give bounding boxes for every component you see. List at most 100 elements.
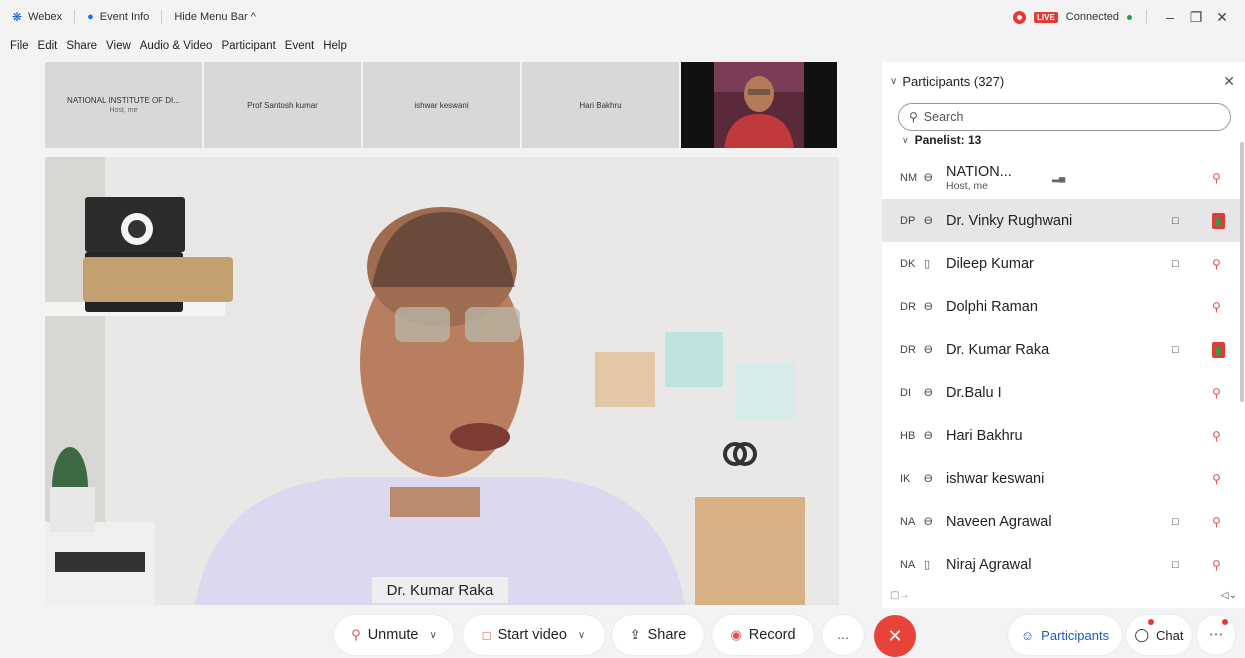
avatar: DI [900,386,911,399]
computer-audio-icon: ϴ [924,171,933,184]
mic-muted-icon[interactable]: ⚲ [1212,472,1221,486]
divider [161,10,163,24]
chat-icon: ◯ [1134,627,1150,642]
share-button[interactable]: ⇪ Share [612,615,704,655]
chat-notification-badge [1148,619,1154,625]
chevron-down-icon[interactable]: ∨ [578,630,585,641]
record-label: Record [748,627,796,643]
mic-muted-icon[interactable]: ⚲ [1212,386,1221,400]
group-label: Panelist: 13 [914,133,982,147]
panel-scrollbar[interactable] [1240,142,1244,402]
computer-audio-icon: ϴ [924,343,933,356]
main-video[interactable]: Dr. Kumar Raka [45,157,839,605]
thumbnail-participant[interactable]: Prof Santosh kumar [204,62,361,148]
more-options-button[interactable]: ... [822,615,864,655]
thumbnail-participant[interactable]: ishwar keswani [363,62,520,148]
participant-name: Dolphi Raman [946,298,1038,315]
participant-row[interactable]: DI ϴ Dr.Balu I ⚲ [882,371,1241,414]
mic-muted-icon[interactable]: ⚲ [1212,300,1221,314]
participant-row[interactable]: NA ϴ Naveen Agrawal □ ⚲ [882,500,1241,543]
participant-row[interactable]: HB ϴ Hari Bakhru ⚲ [882,414,1241,457]
record-button[interactable]: ◉ Record [712,615,814,655]
participant-name: Niraj Agrawal [946,556,1032,573]
camera-icon: □ [1172,515,1179,528]
search-input[interactable]: ⚲ Search [898,103,1231,131]
chevron-down-icon: ∨ [902,134,909,145]
mic-muted-icon[interactable]: ⚲ [1212,558,1221,572]
hide-menu-bar-button[interactable]: Hide Menu Bar ^ [174,11,256,23]
participant-name: NATION... Host, me [946,164,1012,192]
divider [1146,10,1147,24]
close-icon[interactable]: ✕ [1213,9,1231,26]
mic-muted-icon[interactable]: ⚲ [1212,429,1221,443]
avatar: DR [900,343,916,356]
avatar: DP [900,214,916,227]
chat-button[interactable]: ◯ Chat [1126,615,1192,655]
menu-participant[interactable]: Participant [221,40,275,52]
speaker-video-image [45,157,839,605]
participant-row[interactable]: DK ▯ Dileep Kumar □ ⚲ [882,242,1241,285]
close-panel-icon[interactable]: ✕ [1223,73,1235,90]
avatar: IK [900,472,911,485]
chevron-down-icon[interactable]: ∨ [429,630,436,641]
share-icon: ⇪ [629,627,641,642]
computer-audio-icon: ϴ [924,214,933,227]
panel-footer-right-icon[interactable]: ◁⌄ [1221,590,1237,601]
info-icon: ● [87,11,94,23]
avatar: DK [900,257,916,270]
restore-icon[interactable]: ❐ [1187,9,1205,26]
camera-icon: □ [1172,214,1179,227]
participants-panel: ∨ Participants (327) ✕ ⚲ Search ∨ Paneli… [882,62,1245,608]
mic-muted-icon[interactable]: ⚲ [1212,171,1221,185]
menu-help[interactable]: Help [323,40,347,52]
participant-row[interactable]: NA ▯ Niraj Agrawal □ ⚲ [882,543,1241,586]
thumbnail-name: NATIONAL INSTITUTE OF DI... [67,96,180,105]
mic-active-icon[interactable]: ▮ [1212,212,1225,229]
menu-share[interactable]: Share [66,40,97,52]
participant-row[interactable]: DP ϴ Dr. Vinky Rughwani □ ▮ [882,199,1241,242]
participant-row[interactable]: DR ϴ Dolphi Raman ⚲ [882,285,1241,328]
thumbnail-video[interactable] [681,62,837,148]
thumbnail-participant[interactable]: Hari Bakhru [522,62,679,148]
start-video-button[interactable]: □ Start video ∨ [463,615,605,655]
speaker-name-label: Dr. Kumar Raka [372,577,508,603]
menu-view[interactable]: View [106,40,131,52]
video-thumbnail-strip: NATIONAL INSTITUTE OF DI... Host, me Pro… [45,62,837,148]
computer-audio-icon: ϴ [924,300,933,313]
phone-audio-icon: ▯ [924,559,931,571]
mic-active-icon[interactable]: ▮ [1212,341,1225,358]
start-video-label: Start video [497,627,567,643]
participant-row[interactable]: NM ϴ NATION... Host, me ▂▄ ⚲ [882,156,1241,199]
panelist-group-header[interactable]: ∨ Panelist: 13 [882,131,1245,149]
thumbnail-name: ishwar keswani [414,100,469,110]
event-info-button[interactable]: Event Info [100,11,150,23]
panel-footer-left-icon[interactable]: ▢→ [890,590,909,601]
menu-audio-video[interactable]: Audio & Video [140,40,213,52]
participant-row[interactable]: DR ϴ Dr. Kumar Raka □ ▮ [882,328,1241,371]
minimize-icon[interactable]: – [1161,9,1179,25]
avatar: HB [900,429,916,442]
avatar: NA [900,515,916,528]
menu-file[interactable]: File [10,40,29,52]
mic-muted-icon[interactable]: ⚲ [1212,257,1221,271]
mic-muted-icon[interactable]: ⚲ [1212,515,1221,529]
participant-row[interactable]: IK ϴ ishwar keswani ⚲ [882,457,1241,500]
end-meeting-button[interactable]: ✕ [874,615,916,657]
camera-icon: □ [1172,257,1179,270]
webex-logo-icon: ❋ [12,10,23,24]
participant-name-text: NATION... [946,163,1012,180]
participants-button[interactable]: ☺ Participants [1008,615,1122,655]
participant-name: Naveen Agrawal [946,513,1052,530]
computer-audio-icon: ϴ [924,515,933,528]
overflow-menu-button[interactable]: ⋯ [1197,615,1235,655]
unmute-button[interactable]: ⚲ Unmute ∨ [334,615,454,655]
menu-event[interactable]: Event [285,40,314,52]
avatar: NM [900,171,918,184]
camera-icon: □ [1172,558,1179,571]
connection-status[interactable]: Connected [1066,11,1119,23]
recording-icon[interactable] [1013,10,1026,24]
mic-muted-icon: ⚲ [351,627,361,642]
chevron-down-icon[interactable]: ∨ [890,76,897,87]
menu-edit[interactable]: Edit [38,40,58,52]
thumbnail-host[interactable]: NATIONAL INSTITUTE OF DI... Host, me [45,62,202,148]
